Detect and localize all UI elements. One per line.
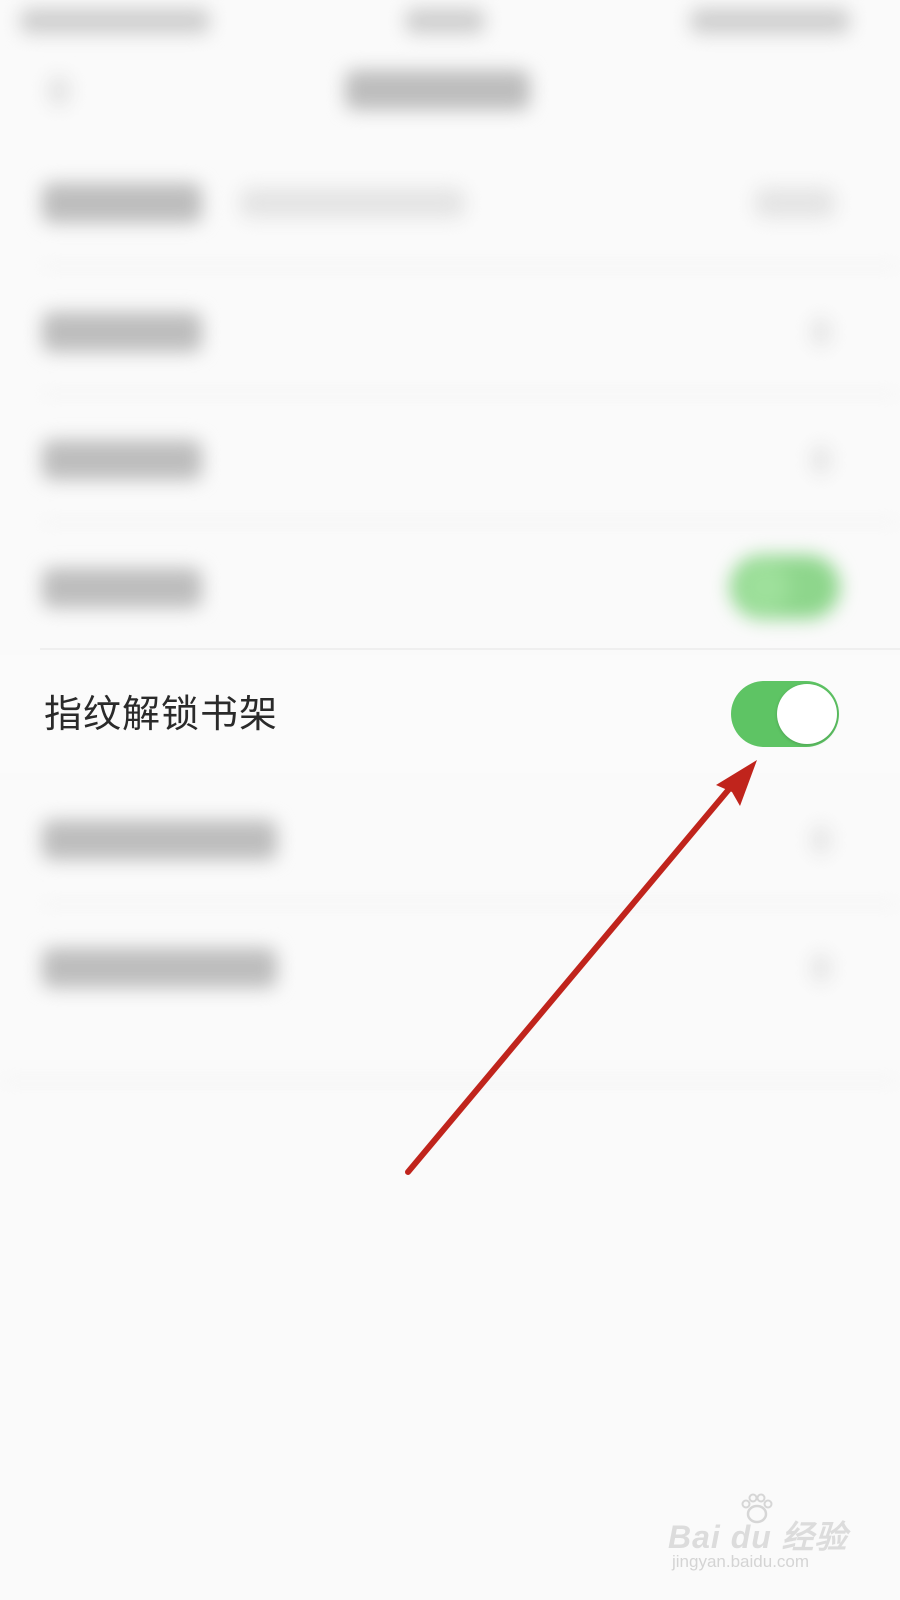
row-divider [40, 903, 900, 905]
row-divider [40, 521, 900, 523]
status-bar-left [20, 8, 210, 34]
chevron-right-icon [812, 318, 830, 346]
row-divider [40, 265, 900, 267]
settings-row-4-label [42, 568, 202, 608]
list-bottom-divider [0, 1080, 900, 1082]
toggle-knob [777, 684, 837, 744]
chevron-right-icon [812, 826, 830, 854]
blurred-background-ui [0, 0, 900, 1100]
fingerprint-unlock-toggle[interactable] [731, 681, 839, 747]
settings-row-6-label [42, 820, 277, 860]
settings-row-7-label [42, 948, 277, 988]
settings-row-2-label [42, 312, 202, 352]
back-icon[interactable] [48, 76, 70, 106]
status-bar-center [405, 8, 485, 34]
chevron-right-icon [812, 446, 830, 474]
settings-row-1-value [755, 188, 835, 218]
row-divider [40, 648, 900, 650]
settings-row-1-detail [240, 188, 465, 218]
watermark-url: jingyan.baidu.com [672, 1552, 810, 1571]
toggle-knob [740, 562, 790, 612]
baidu-jingyan-watermark: Bai du 经验 jingyan.baidu.com [668, 1492, 847, 1578]
status-bar-right [690, 8, 850, 34]
row-divider [40, 393, 900, 395]
settings-row-1-label [42, 183, 202, 223]
page-title [345, 70, 530, 110]
chevron-right-icon [812, 954, 830, 982]
fingerprint-unlock-label: 指纹解锁书架 [44, 692, 279, 736]
settings-row-3-label [42, 440, 202, 480]
settings-screen: 指纹解锁书架 Bai du 经验 jingyan.baidu.com [0, 0, 900, 1600]
